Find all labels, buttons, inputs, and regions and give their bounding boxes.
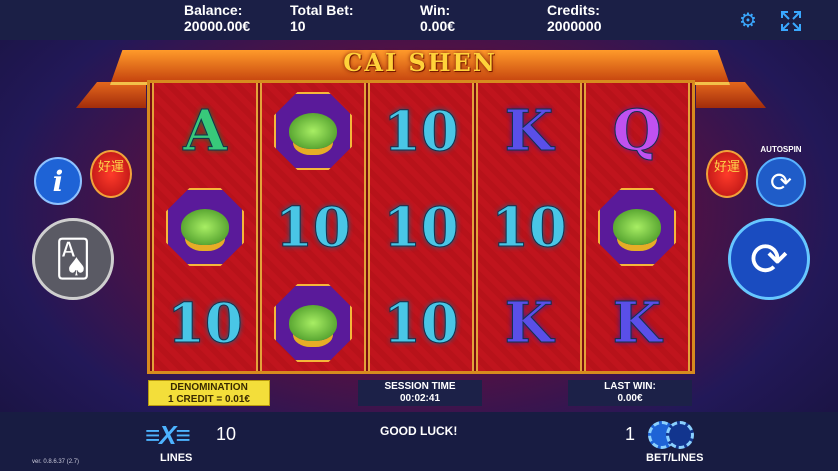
spin-icon: ⟳ bbox=[749, 233, 789, 285]
reel-2: 10 bbox=[260, 83, 366, 371]
autospin-button[interactable]: ⟳ bbox=[756, 157, 806, 207]
bet-lines-label: BET/LINES bbox=[646, 452, 704, 464]
top-bar: Balance: 20000.00€ Total Bet: 10 Win: 0.… bbox=[0, 0, 838, 40]
frog-icon bbox=[181, 209, 229, 245]
reel-cell bbox=[262, 275, 364, 371]
balance-label: Balance: bbox=[184, 2, 243, 18]
balance-value: 20000.00€ bbox=[184, 18, 251, 34]
symbol-ten: 10 bbox=[383, 99, 459, 163]
reel-1: A 10 bbox=[152, 83, 258, 371]
last-win-label: LAST WIN: bbox=[604, 381, 656, 392]
info-button[interactable]: i bbox=[34, 157, 82, 205]
expand-icon[interactable] bbox=[780, 10, 802, 32]
money-frog-symbol bbox=[598, 188, 676, 266]
reel-cell: 10 bbox=[478, 179, 580, 275]
symbol-ten: 10 bbox=[167, 291, 243, 355]
reel-cell: 10 bbox=[370, 179, 472, 275]
credits-display: Credits: 2000000 bbox=[547, 2, 602, 34]
balance-display: Balance: 20000.00€ bbox=[184, 2, 250, 34]
reel-cell: Q bbox=[586, 83, 688, 179]
frog-icon bbox=[289, 113, 337, 149]
reel-cell: 10 bbox=[154, 275, 256, 371]
left-lantern: 好運 bbox=[90, 150, 132, 198]
bet-lines-value: 1 bbox=[625, 424, 636, 444]
playing-cards-icon: 🂡 bbox=[54, 238, 92, 279]
win-value: 0.00€ bbox=[420, 18, 456, 34]
spin-button[interactable]: ⟳ bbox=[728, 218, 810, 300]
reel-cell: 10 bbox=[370, 83, 472, 179]
symbol-k: K bbox=[612, 290, 662, 356]
bottom-bar bbox=[0, 412, 838, 471]
game-logo: CAI SHEN bbox=[343, 48, 497, 77]
symbol-k: K bbox=[504, 98, 554, 164]
gear-icon[interactable]: ⚙ bbox=[737, 10, 759, 32]
denomination-box[interactable]: DENOMINATION 1 CREDIT = 0.01€ bbox=[148, 380, 270, 406]
status-message: GOOD LUCK! bbox=[380, 424, 458, 438]
reel-5: QK bbox=[584, 83, 690, 371]
session-time-box: SESSION TIME 00:02:41 bbox=[358, 380, 482, 406]
reel-cell bbox=[154, 179, 256, 275]
denomination-label: DENOMINATION bbox=[170, 382, 248, 393]
autospin-label: AUTOSPIN bbox=[760, 145, 802, 154]
symbol-ten: 10 bbox=[383, 195, 459, 259]
lines-label: LINES bbox=[160, 452, 193, 464]
frog-icon bbox=[289, 305, 337, 341]
lines-value: 10 bbox=[216, 424, 237, 444]
symbol-ten: 10 bbox=[491, 195, 567, 259]
win-label: Win: bbox=[420, 2, 451, 18]
session-time-label: SESSION TIME bbox=[384, 381, 456, 392]
reel-3: 10 10 10 bbox=[368, 83, 474, 371]
reel-cell bbox=[262, 83, 364, 179]
last-win-value: 0.00€ bbox=[617, 393, 643, 404]
version-text: ver. 0.8.6.37 (2.7) bbox=[32, 459, 80, 465]
reel-cell: K bbox=[478, 275, 580, 371]
reels-frame: A 10 10 10 10 10 K 10 K Q K bbox=[147, 80, 695, 374]
reel-cell: K bbox=[478, 83, 580, 179]
money-frog-symbol bbox=[274, 284, 352, 362]
gamble-cards-button[interactable]: 🂡 bbox=[32, 218, 114, 300]
reel-4: K 10 K bbox=[476, 83, 582, 371]
credits-label: Credits: bbox=[547, 2, 600, 18]
money-frog-symbol bbox=[274, 92, 352, 170]
total-bet-value: 10 bbox=[290, 18, 306, 34]
right-lantern: 好運 bbox=[706, 150, 748, 198]
bet-chips-icon[interactable] bbox=[648, 421, 696, 451]
reel-cell: K bbox=[586, 275, 688, 371]
frog-icon bbox=[613, 209, 661, 245]
win-display: Win: 0.00€ bbox=[420, 2, 455, 34]
lines-icon[interactable]: ≡X≡ bbox=[145, 420, 191, 451]
reel-cell bbox=[586, 179, 688, 275]
denomination-value: 1 CREDIT = 0.01€ bbox=[168, 394, 250, 405]
autospin-icon: ⟳ bbox=[770, 166, 792, 197]
chip-icon bbox=[666, 421, 694, 449]
symbol-ten: 10 bbox=[383, 291, 459, 355]
session-time-value: 00:02:41 bbox=[399, 393, 441, 404]
total-bet-label: Total Bet: bbox=[290, 2, 354, 18]
money-frog-symbol bbox=[166, 188, 244, 266]
total-bet-display: Total Bet: 10 bbox=[290, 2, 354, 34]
reel-cell: A bbox=[154, 83, 256, 179]
symbol-ten: 10 bbox=[275, 195, 351, 259]
credits-value: 2000000 bbox=[547, 18, 602, 34]
symbol-k: K bbox=[504, 290, 554, 356]
reel-cell: 10 bbox=[262, 179, 364, 275]
symbol-q: Q bbox=[612, 98, 662, 164]
last-win-box: LAST WIN: 0.00€ bbox=[568, 380, 692, 406]
symbol-a: A bbox=[183, 98, 227, 164]
reel-cell: 10 bbox=[370, 275, 472, 371]
expand-icon-graphic bbox=[781, 11, 801, 31]
